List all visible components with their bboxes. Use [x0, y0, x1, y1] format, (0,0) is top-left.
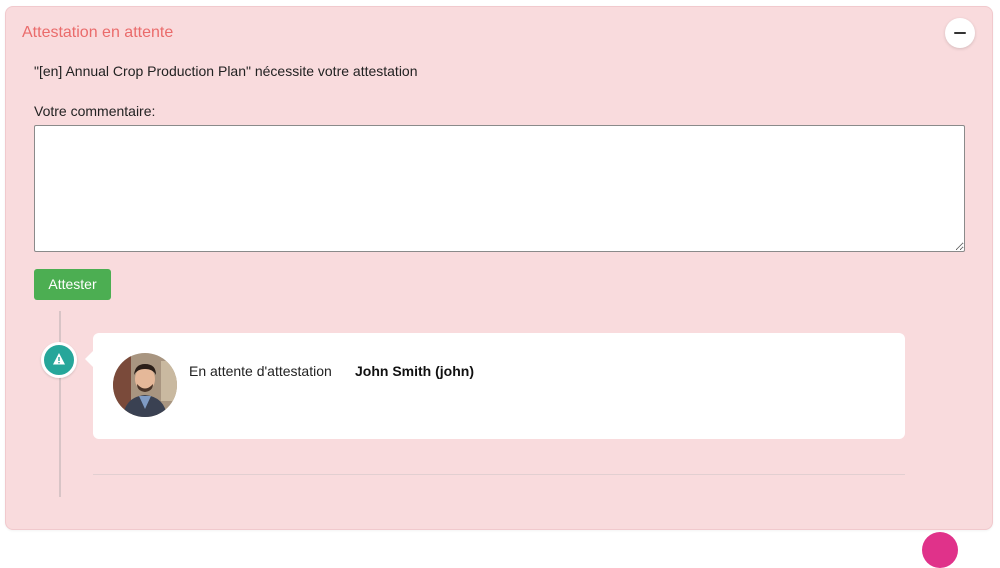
- warning-icon: [41, 342, 77, 378]
- timeline-divider: [93, 474, 905, 475]
- pending-attestation-panel: Attestation en attente "[en] Annual Crop…: [5, 6, 993, 530]
- floating-action-button[interactable]: [922, 532, 958, 568]
- timeline-line: [59, 311, 61, 497]
- avatar: [113, 353, 177, 417]
- panel-title: Attestation en attente: [22, 24, 174, 41]
- attest-button[interactable]: Attester: [34, 269, 111, 300]
- comment-textarea[interactable]: [34, 125, 965, 252]
- entry-user: John Smith (john): [355, 363, 474, 379]
- comment-label: Votre commentaire:: [34, 103, 156, 119]
- timeline-entry: En attente d'attestation John Smith (joh…: [85, 333, 905, 439]
- collapse-button[interactable]: [945, 18, 975, 48]
- minus-icon: [954, 32, 966, 34]
- attestation-message: "[en] Annual Crop Production Plan" néces…: [34, 63, 418, 79]
- entry-pointer: [85, 351, 93, 367]
- entry-status: En attente d'attestation: [189, 363, 332, 379]
